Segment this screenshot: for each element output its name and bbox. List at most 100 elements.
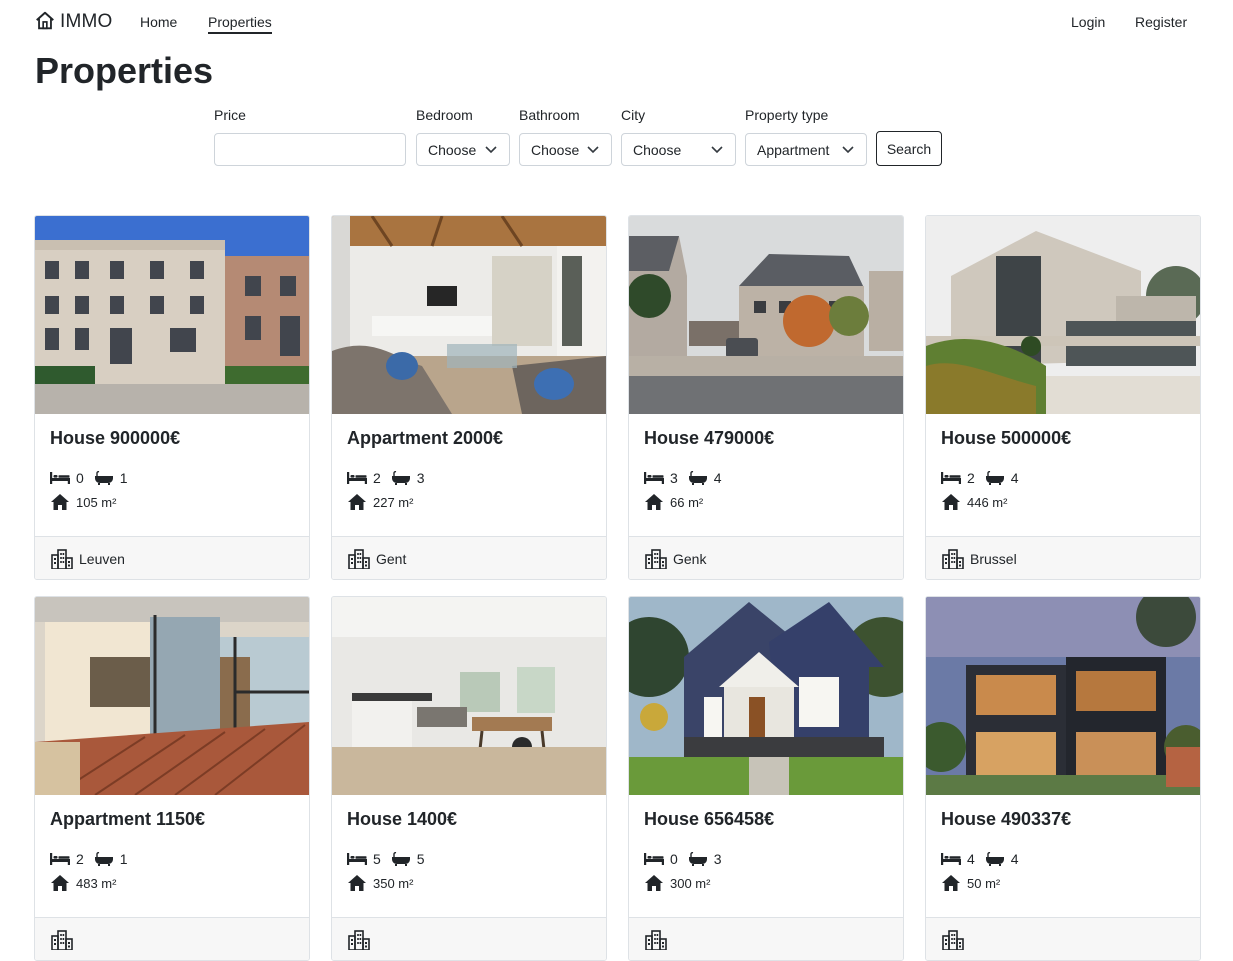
bed-icon [941,471,961,485]
property-city-footer: Gent [332,536,606,579]
property-city: Leuven [79,550,125,567]
bedroom-count: 3 [670,470,678,486]
property-card[interactable]: House 500000€ 2 4 446 m² Brussel [925,215,1201,580]
property-area-row: 446 m² [941,493,1017,511]
property-area: 446 m² [967,494,1008,510]
bathroom-select[interactable]: Choose [519,133,612,166]
bed-icon [50,852,70,866]
property-photo [35,216,309,414]
property-card[interactable]: House 479000€ 3 4 66 m² Genk [628,215,904,580]
property-city-footer [35,917,309,960]
bathtub-icon [985,852,1005,866]
property-city-footer [629,917,903,960]
property-rooms: 2 4 [941,470,1029,486]
property-city-footer: Brussel [926,536,1200,579]
property-rooms: 4 4 [941,851,1029,867]
bathtub-icon [391,852,411,866]
price-label: Price [214,107,246,123]
buildings-icon [942,930,964,950]
property-card[interactable]: House 1400€ 5 5 350 m² [331,596,607,961]
brand-name: IMMO [60,11,113,32]
property-city: Gent [376,550,407,567]
property-rooms: 2 3 [347,470,435,486]
city-label: City [621,107,646,123]
property-type-label: Property type [745,107,829,123]
bedroom-count: 5 [373,851,381,867]
bed-icon [941,852,961,866]
bathtub-icon [94,852,114,866]
property-rooms: 3 4 [644,470,732,486]
bathroom-count: 1 [119,851,128,867]
bathroom-count: 5 [416,851,425,867]
buildings-icon [645,549,667,569]
property-card[interactable]: House 490337€ 4 4 50 m² [925,596,1201,961]
navbar: IMMO Home Properties Login Register [0,0,1233,46]
house-icon [941,874,961,892]
chevron-down-icon [587,146,599,154]
bathroom-count: 3 [416,470,425,486]
house-icon [941,493,961,511]
bedroom-select-value: Choose [428,141,477,158]
page-title: Properties [35,50,214,91]
bedroom-select[interactable]: Choose [416,133,510,166]
property-city: Genk [673,550,707,567]
property-area-row: 66 m² [644,493,713,511]
property-title: House 479000€ [644,428,775,448]
bedroom-count: 2 [373,470,381,486]
property-city-footer: Genk [629,536,903,579]
bathtub-icon [391,471,411,485]
property-rooms: 0 1 [50,470,138,486]
bedroom-count: 0 [670,851,678,867]
bathtub-icon [688,852,708,866]
property-card[interactable]: Appartment 1150€ 2 1 483 m² [34,596,310,961]
property-photo [35,597,309,795]
house-icon [347,874,367,892]
chevron-down-icon [485,146,497,154]
property-card[interactable]: House 900000€ 0 1 105 m² Leuven [34,215,310,580]
bathroom-count: 4 [1010,851,1019,867]
search-button[interactable]: Search [876,131,942,166]
buildings-icon [942,549,964,569]
property-area: 50 m² [967,875,1001,891]
property-area: 300 m² [670,875,711,891]
property-area-row: 227 m² [347,493,423,511]
bed-icon [50,471,70,485]
bedroom-count: 2 [967,470,975,486]
nav-link-properties[interactable]: Properties [208,14,272,34]
house-icon [50,874,70,892]
property-title: Appartment 2000€ [347,428,504,448]
property-card[interactable]: House 656458€ 0 3 300 m² [628,596,904,961]
property-title: House 656458€ [644,809,775,829]
buildings-icon [51,549,73,569]
property-type-select[interactable]: Appartment [745,133,867,166]
property-card[interactable]: Appartment 2000€ 2 3 227 m² Gent [331,215,607,580]
house-icon [347,493,367,511]
property-photo [926,216,1200,414]
property-photo [629,597,903,795]
brand-link[interactable]: IMMO [34,9,113,33]
property-area: 350 m² [373,875,414,891]
chevron-down-icon [842,146,854,154]
property-area-row: 105 m² [50,493,126,511]
login-link[interactable]: Login [1071,14,1105,30]
price-input[interactable] [214,133,406,166]
register-link[interactable]: Register [1135,14,1187,30]
property-city-footer: Leuven [35,536,309,579]
property-title: House 900000€ [50,428,181,448]
buildings-icon [645,930,667,950]
city-select[interactable]: Choose [621,133,736,166]
property-photo [926,597,1200,795]
property-title: Appartment 1150€ [50,809,206,829]
bedroom-count: 0 [76,470,84,486]
nav-link-home[interactable]: Home [140,14,177,30]
bedroom-count: 2 [76,851,84,867]
bed-icon [347,852,367,866]
bathroom-count: 3 [713,851,722,867]
property-rooms: 0 3 [644,851,732,867]
buildings-icon [348,549,370,569]
bathroom-label: Bathroom [519,107,580,123]
bathtub-icon [688,471,708,485]
property-area-row: 50 m² [941,874,1010,892]
property-type-select-value: Appartment [757,141,830,158]
bathtub-icon [985,471,1005,485]
